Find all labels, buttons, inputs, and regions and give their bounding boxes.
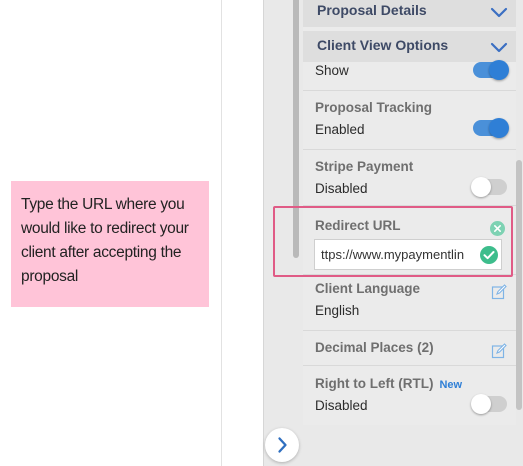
section-title: Proposal Details (317, 2, 427, 18)
setting-row-client-language: Client Language English (303, 275, 516, 331)
tutorial-callout: Type the URL where you would like to red… (11, 181, 209, 307)
show-toggle[interactable] (473, 60, 509, 80)
setting-label-text: Right to Left (RTL) (315, 376, 434, 391)
section-client-view-options[interactable]: Client View Options (303, 31, 516, 62)
setting-label: Client Language (315, 281, 421, 296)
setting-row-decimal-places: Decimal Places (2) (303, 331, 516, 366)
setting-label: Stripe Payment (315, 159, 414, 174)
redirect-url-input[interactable] (315, 240, 475, 269)
setting-label: Redirect URL (315, 218, 401, 233)
chevron-right-icon (278, 437, 287, 453)
setting-label: Proposal Tracking (315, 100, 433, 115)
settings-content: Proposal Details Client View Options Sho… (303, 0, 516, 425)
setting-label: Right to Left (RTL) New (315, 376, 462, 391)
setting-row-right-to-left: Right to Left (RTL) New Disabled (303, 366, 516, 425)
edit-icon[interactable] (491, 284, 507, 300)
setting-row-stripe-payment: Stripe Payment Disabled (303, 150, 516, 206)
section-title: Client View Options (317, 37, 449, 53)
panel-scrollbar[interactable] (293, 0, 299, 258)
stripe-payment-toggle[interactable] (471, 177, 507, 197)
setting-value: Disabled (315, 398, 368, 413)
settings-scrollbar[interactable] (516, 160, 522, 410)
canvas-gutter (222, 0, 263, 466)
setting-row-proposal-tracking: Proposal Tracking Enabled (303, 91, 516, 150)
redirect-url-field[interactable] (314, 239, 502, 270)
setting-value: Show (315, 63, 349, 78)
setting-label: Decimal Places (2) (315, 340, 434, 355)
check-icon[interactable] (480, 246, 498, 264)
callout-text: Type the URL where you would like to red… (21, 196, 189, 285)
close-icon[interactable] (490, 221, 505, 236)
proposal-tracking-toggle[interactable] (473, 118, 509, 138)
new-badge: New (439, 379, 463, 391)
edit-icon[interactable] (491, 343, 507, 359)
right-to-left-toggle[interactable] (471, 394, 507, 414)
setting-row-show: Show (303, 60, 516, 91)
chevron-down-icon[interactable] (488, 1, 510, 23)
setting-value: English (315, 303, 360, 318)
setting-value: Disabled (315, 181, 368, 196)
chevron-down-icon[interactable] (488, 36, 510, 58)
expand-panel-button[interactable] (265, 428, 299, 462)
setting-value: Enabled (315, 122, 365, 137)
section-proposal-details[interactable]: Proposal Details (303, 0, 516, 27)
